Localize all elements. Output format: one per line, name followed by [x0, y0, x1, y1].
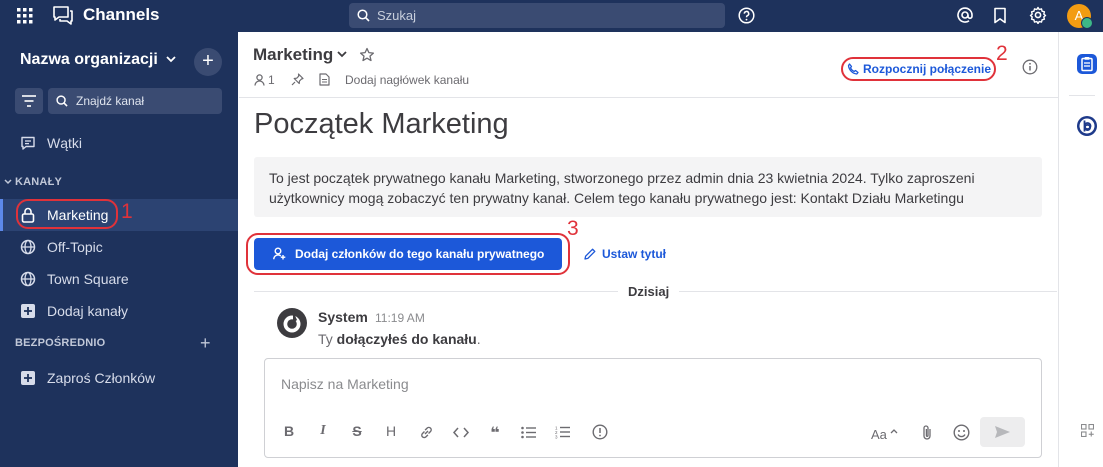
sidebar-item-off-topic[interactable]: Off-Topic: [0, 231, 238, 263]
numbered-list-icon[interactable]: 123: [555, 425, 570, 439]
link-icon[interactable]: [419, 425, 434, 440]
quote-button[interactable]: ❝: [485, 423, 505, 443]
message-text: Ty dołączyłeś do kanału.: [318, 331, 481, 347]
add-direct-message-button[interactable]: +: [200, 333, 211, 354]
message-input[interactable]: [281, 376, 1021, 392]
threads-icon: [21, 136, 35, 150]
section-direct-header[interactable]: BEZPOŚREDNIO: [15, 337, 105, 349]
annotation-number: 1: [121, 200, 133, 223]
globe-icon: [20, 239, 36, 255]
member-icon: [254, 74, 265, 86]
settings-gear-icon[interactable]: [1029, 6, 1047, 24]
send-icon: [995, 426, 1010, 438]
member-count[interactable]: 1: [254, 73, 275, 87]
chevron-down-icon[interactable]: [166, 56, 176, 63]
chevron-down-icon[interactable]: [4, 179, 12, 185]
app-bar: [1058, 32, 1103, 467]
favorite-star-icon[interactable]: [359, 47, 375, 63]
message-composer: B I S H ❝ 123 Aa: [264, 358, 1042, 458]
search-box[interactable]: [349, 3, 725, 28]
annotation-number: 2: [996, 42, 1008, 65]
annotation-highlight: [841, 57, 996, 81]
mentions-icon[interactable]: [956, 6, 974, 24]
channels-product-icon: [53, 6, 73, 25]
find-channel-button[interactable]: Znajdź kanał: [48, 88, 222, 114]
add-square-icon: [21, 371, 35, 385]
app-marketplace-icon[interactable]: [1081, 424, 1094, 437]
online-status-icon: [1081, 17, 1093, 29]
pin-icon[interactable]: [291, 73, 304, 86]
chevron-down-icon[interactable]: [337, 51, 347, 58]
info-icon[interactable]: [1022, 59, 1038, 75]
set-title-button[interactable]: Ustaw tytuł: [584, 247, 666, 261]
heading-button[interactable]: H: [381, 423, 401, 443]
send-button[interactable]: [980, 417, 1025, 447]
chevron-up-icon[interactable]: [890, 428, 898, 434]
sidebar-item-label: Dodaj kanały: [47, 303, 128, 319]
sidebar-item-add-channels[interactable]: Dodaj kanały: [0, 295, 238, 327]
bulleted-list-icon[interactable]: [521, 426, 536, 439]
channel-intro-description: To jest początek prywatnego kanału Marke…: [254, 157, 1042, 217]
channel-filter-button[interactable]: [15, 88, 43, 114]
product-name: Channels: [83, 5, 160, 24]
annotation-highlight: [16, 199, 118, 229]
bold-button[interactable]: B: [279, 423, 299, 443]
app-bar-separator: [1069, 95, 1095, 96]
sidebar-item-threads[interactable]: Wątki: [0, 127, 238, 159]
search-input[interactable]: [377, 3, 717, 28]
top-bar: Channels A: [0, 0, 1103, 32]
font-size-toggle[interactable]: Aa: [871, 427, 887, 442]
help-icon[interactable]: [738, 7, 755, 24]
emoji-icon[interactable]: [953, 424, 970, 441]
channel-name[interactable]: Marketing: [253, 45, 333, 65]
organization-name[interactable]: Nazwa organizacji: [20, 51, 158, 69]
product-menu-icon[interactable]: [17, 8, 33, 24]
sidebar-item-town-square[interactable]: Town Square: [0, 263, 238, 295]
message-timestamp[interactable]: 11:19 AM: [375, 311, 425, 325]
strikethrough-button[interactable]: S: [347, 423, 367, 443]
attachment-icon[interactable]: [921, 424, 933, 441]
bigbluebutton-icon[interactable]: [1076, 115, 1098, 137]
annotation-number: 3: [567, 217, 579, 240]
italic-button[interactable]: I: [313, 423, 333, 443]
sidebar-item-label: Town Square: [47, 271, 129, 287]
sidebar-item-label: Off-Topic: [47, 239, 103, 255]
globe-icon: [20, 271, 36, 287]
filter-icon: [22, 95, 36, 107]
date-divider: Dzisiaj: [618, 284, 680, 299]
sidebar-item-label: Zaproś Członków: [47, 370, 156, 386]
add-square-icon: [21, 304, 35, 318]
sidebar-item-label: Wątki: [47, 135, 82, 151]
message-author[interactable]: System: [318, 309, 368, 325]
sidebar: Nazwa organizacji + Znajdź kanał Wątki K…: [0, 32, 238, 467]
add-plus-button[interactable]: +: [194, 48, 222, 76]
code-icon[interactable]: [453, 426, 469, 439]
search-icon: [357, 9, 370, 22]
add-channel-header-link[interactable]: Dodaj nagłówek kanału: [345, 73, 469, 87]
channel-intro-title: Początek Marketing: [254, 108, 509, 140]
search-icon: [56, 95, 68, 107]
pencil-icon: [584, 248, 596, 260]
sidebar-item-invite-members[interactable]: Zaproś Członków: [0, 362, 238, 394]
find-channel-label: Znajdź kanał: [76, 94, 145, 108]
document-icon: [319, 73, 330, 86]
section-channels-header[interactable]: KANAŁY: [15, 176, 62, 188]
saved-messages-icon[interactable]: [993, 7, 1007, 24]
svg-text:3: 3: [555, 435, 558, 440]
annotation-highlight: [246, 233, 570, 275]
user-avatar[interactable]: A: [1067, 4, 1093, 29]
boards-clipboard-icon[interactable]: [1076, 53, 1098, 75]
formatting-help-icon[interactable]: [592, 424, 608, 440]
system-avatar-icon: [277, 308, 307, 338]
